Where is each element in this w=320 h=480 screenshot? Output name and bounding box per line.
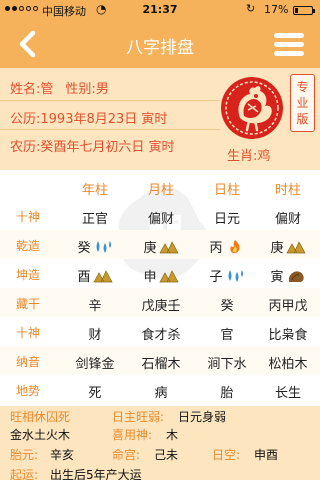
table-row: 藏干 辛 戊庚壬 癸 丙甲戊 [0,288,320,317]
branch-char: 酉 [77,270,91,285]
minggong-label: 命宫: [112,448,141,462]
table-cell: 涧下水 [207,357,247,372]
table-row: 纳音 剑锋金 石榴木 涧下水 松柏木 [0,346,320,375]
table-cell: 死 [88,386,102,401]
rotation-lock-icon: ↻ [246,2,256,15]
table-cell: 食才杀 [141,328,181,343]
wood-icon [288,270,304,282]
table-cell: 财 [88,328,102,343]
table-row: 坤造 酉 申 子 寅 [0,259,320,288]
water-icon [96,240,111,253]
nav-bar: 八字排盘 [0,20,320,68]
profile-panel: 姓名:管 性别:男 公历:1993年8月23日 寅时 农历:癸酉年七月初六日 寅时… [0,68,320,170]
row-label: 纳音 [15,355,40,369]
row-label: 藏干 [15,297,40,311]
table-cell: 丙甲戊 [268,299,308,314]
minggong-value: 己未 [154,448,179,462]
grid-header-row: 年柱 月柱 日柱 时柱 [0,172,320,201]
row-label: 坤造 [15,268,40,282]
table-cell: 戊庚壬 [141,299,181,314]
branch-char: 寅 [270,270,284,285]
battery-icon [293,6,315,15]
taiyuan-value: 辛亥 [50,448,75,462]
rikong-label: 日空: [212,448,241,462]
column-header: 年柱 [81,183,108,198]
table-cell: 胎 [220,386,234,401]
wangxiang-value: 金水土火木 [10,428,71,442]
rooster-papercut-icon [221,77,283,139]
battery-fill [295,8,298,13]
metal-icon [158,240,179,253]
table-cell: 正官 [81,212,108,227]
row-label: 十神 [15,210,40,224]
table-cell: 官 [220,328,234,343]
table-cell: 癸 [220,299,234,314]
branch-char: 申 [143,270,157,285]
lunar-date: 农历:癸酉年七月初六日 寅时 [10,140,175,155]
table-cell: 比枭食 [268,328,308,343]
rikong-value: 申酉 [254,448,279,462]
table-row: 十神 财 食才杀 官 比枭食 [0,317,320,346]
xiyong-value: 木 [166,428,179,442]
status-bar: 中国移动 ◔ 21:37 ↻ 17% [0,0,320,20]
column-header: 日柱 [213,183,240,198]
menu-button[interactable] [272,30,306,60]
table-cell: 偏财 [147,212,174,227]
column-header: 月柱 [147,183,174,198]
divider [0,100,220,101]
rizhu-label: 日主旺弱: [112,410,165,424]
row-label: 乾造 [15,239,40,253]
pro-version-badge[interactable]: 专业版 [290,74,315,132]
table-cell: 剑锋金 [75,357,115,372]
solar-date: 公历:1993年8月23日 寅时 [10,112,168,127]
battery-percent: 17% [264,3,289,16]
qiyun-value: 出生后5年产大运 [50,468,142,480]
table-cell: 申 [129,266,193,285]
zodiac-label: 生肖:鸡 [227,149,271,164]
qiyun-label: 起运: [10,468,39,480]
row-label: 十神 [15,326,40,340]
metal-icon [158,269,179,282]
metal-icon [92,269,113,282]
table-cell: 日元 [213,212,240,227]
branch-char: 子 [209,270,223,285]
table-row: 十神 正官 偏财 日元 偏财 [0,201,320,230]
name-line: 姓名:管 性别:男 [10,78,109,97]
gender-text: 性别:男 [65,82,109,97]
taiyuan-label: 胎元: [10,448,39,462]
stem-char: 庚 [270,241,284,256]
table-cell: 酉 [63,266,127,285]
hamburger-icon [274,33,304,38]
water-icon [228,269,243,282]
stem-char: 丙 [209,241,223,256]
wangxiang-label: 旺相休囚死 [10,410,71,424]
table-row: 地势 死 病 胎 长生 [0,375,320,404]
fire-icon [229,239,239,253]
bazi-grid: 年柱 月柱 日柱 时柱 十神 正官 偏财 日元 偏财 乾造 癸 庚 丙 庚 坤造… [0,170,320,404]
table-cell: 病 [154,386,168,401]
table-cell: 子 [195,266,259,285]
table-cell: 偏财 [274,212,301,227]
stem-char: 癸 [77,241,91,256]
divider [0,129,220,130]
xiyong-label: 喜用神: [112,428,153,442]
table-cell: 石榴木 [141,357,181,372]
table-cell: 丙 [195,237,259,256]
table-cell: 庚 [129,237,193,256]
metal-icon [285,240,306,253]
rizhu-value: 日元身弱 [178,410,227,424]
stem-char: 庚 [143,241,157,256]
table-cell: 庚 [256,237,320,256]
table-cell: 寅 [256,266,320,285]
row-label: 地势 [15,384,40,398]
name-text: 姓名:管 [10,82,54,97]
table-cell: 松柏木 [268,357,308,372]
table-row: 乾造 癸 庚 丙 庚 [0,230,320,259]
table-cell: 辛 [88,299,102,314]
table-cell: 长生 [274,386,301,401]
table-cell: 癸 [63,237,127,256]
column-header: 时柱 [274,183,301,198]
summary-panel: 旺相休囚死 日主旺弱: 日元身弱 金水土火木 喜用神: 木 胎元: 辛亥 命宫:… [0,406,320,480]
